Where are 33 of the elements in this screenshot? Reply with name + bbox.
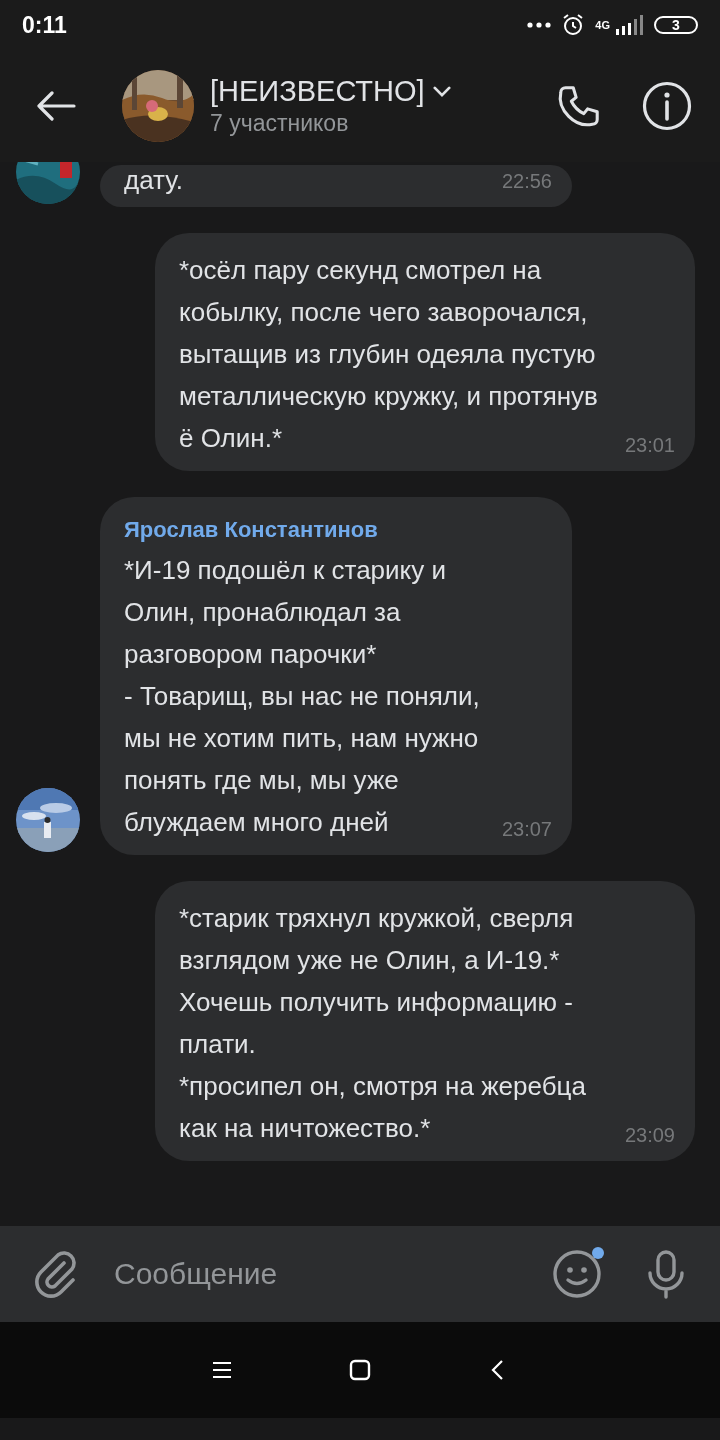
back-icon [36, 91, 76, 121]
info-button[interactable] [642, 81, 692, 131]
message-time: 23:09 [624, 1124, 675, 1147]
battery-indicator: 3 [654, 16, 698, 34]
chevron-down-icon[interactable] [432, 86, 451, 97]
message-time: 22:56 [501, 170, 552, 193]
message-time: 23:01 [624, 434, 675, 457]
message-text: дату. [124, 165, 184, 195]
message-text: *И-19 подошёл к старику и Олин, пронаблюдал за разговором парочки* - Товарищ, вы нас не поняли, мы не хотим пить, нам нужно понять где мы, мы уже блуждаем много дней [124, 554, 481, 839]
menu-icon [211, 1359, 233, 1381]
microphone-icon [646, 1249, 686, 1299]
home-button[interactable] [349, 1359, 371, 1381]
emoji-button[interactable] [552, 1249, 602, 1299]
home-icon [349, 1359, 371, 1381]
smiley-icon [552, 1249, 602, 1299]
member-count: 7 участников [210, 110, 350, 137]
more-icon [527, 22, 552, 28]
back-button[interactable] [36, 91, 76, 121]
paperclip-icon [34, 1249, 78, 1299]
message-text: *осёл пару секунд смотрел на кобылку, после чего заворочался, вытащив из глубин одеяла пустую металлическую кружку, и протянув ё Олин.* [179, 254, 599, 455]
call-button[interactable] [556, 83, 602, 129]
phone-icon [556, 83, 602, 129]
chat-title: [НЕИЗВЕСТНО] [210, 75, 425, 108]
attach-button[interactable] [34, 1249, 78, 1299]
voice-button[interactable] [646, 1249, 686, 1299]
sender-name[interactable]: Ярослав Константинов [124, 517, 552, 543]
clock: 0:11 [22, 11, 67, 39]
menu-button[interactable] [211, 1359, 233, 1381]
info-icon [642, 81, 692, 131]
message-time: 23:07 [501, 818, 552, 841]
message-text: *старик тряхнул кружкой, сверля взглядом уже не Олин, а И-19.* Хочешь получить информацию - плати. *просипел он, смотря на жеребца как на ничтожество.* [179, 902, 587, 1145]
network-label: 4G [595, 19, 610, 31]
signal-icon [614, 15, 644, 35]
